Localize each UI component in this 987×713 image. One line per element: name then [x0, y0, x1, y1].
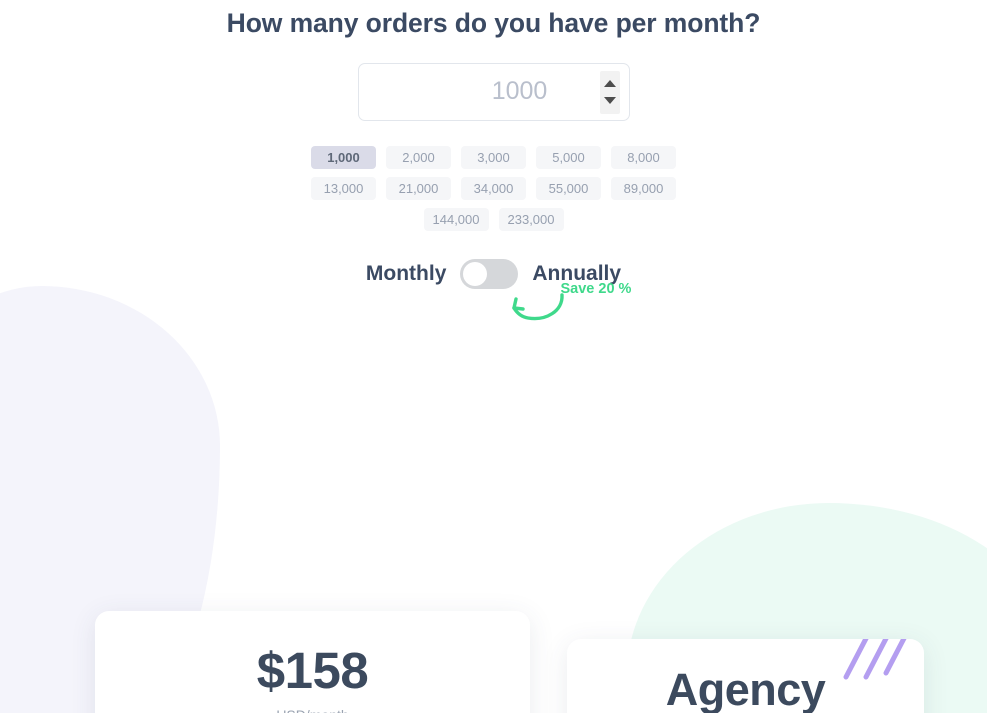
agency-title: Agency [665, 663, 826, 713]
caret-down-icon[interactable] [603, 97, 616, 105]
order-count-stepper[interactable] [599, 70, 620, 114]
preset-chip[interactable]: 233,000 [498, 207, 564, 231]
agency-card: Agency PRICING Do you manage multiple br… [567, 638, 924, 713]
billing-monthly-label[interactable]: Monthly [366, 262, 446, 286]
preset-chip[interactable]: 89,000 [611, 176, 676, 200]
order-count-input[interactable] [358, 63, 707, 120]
preset-chip[interactable]: 5,000 [536, 145, 601, 169]
preset-chip[interactable]: 55,000 [536, 176, 601, 200]
save-percentage-note: Save 20 % [560, 280, 632, 297]
order-count-field[interactable] [357, 62, 707, 121]
plan-card: $158 USD/month Up to 1,000 orders/month … [95, 610, 530, 713]
billing-period-toggle-row: Monthly Annually Save 20 % [254, 258, 734, 320]
plan-price: $158 [256, 641, 369, 699]
order-preset-chips: 1,000 2,000 3,000 5,000 8,000 13,000 21,… [279, 145, 709, 231]
caret-up-icon[interactable] [603, 80, 616, 88]
preset-chip[interactable]: 21,000 [386, 176, 451, 200]
billing-period-switch[interactable] [460, 258, 519, 289]
curved-arrow-left-icon [511, 293, 564, 320]
switch-knob [463, 261, 488, 286]
preset-chip[interactable]: 3,000 [461, 145, 526, 169]
pricing-calculator-page: How many orders do you have per month? 1… [0, 0, 987, 713]
page-title: How many orders do you have per month? [226, 8, 761, 38]
plan-price-unit: USD/month [95, 707, 530, 713]
preset-chip[interactable]: 2,000 [386, 145, 451, 169]
preset-chip[interactable]: 34,000 [461, 176, 526, 200]
preset-chip[interactable]: 8,000 [611, 145, 676, 169]
preset-chip[interactable]: 1,000 [311, 145, 376, 169]
preset-chip[interactable]: 13,000 [311, 176, 376, 200]
preset-chip[interactable]: 144,000 [423, 207, 489, 231]
